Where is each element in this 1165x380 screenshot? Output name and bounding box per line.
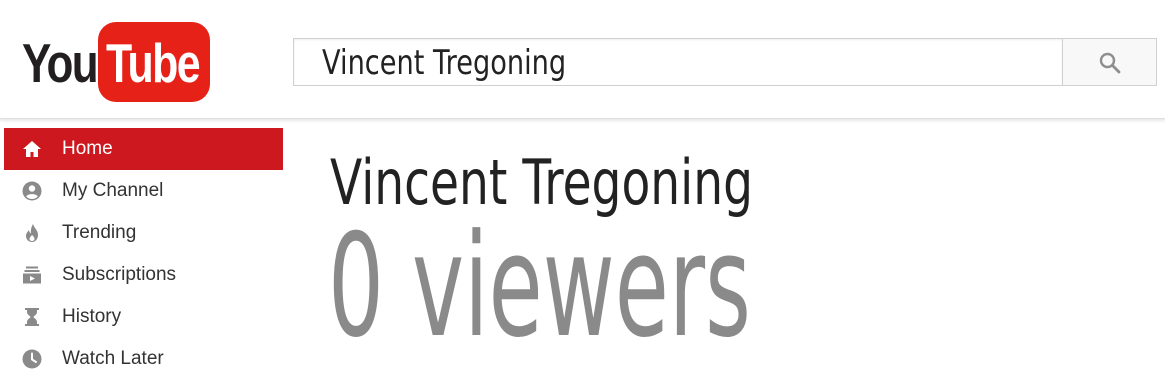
sidebar-item-watch-later[interactable]: Watch Later — [4, 338, 283, 380]
sidebar-item-my-channel[interactable]: My Channel — [4, 170, 283, 212]
header: You Tube Vincent Tregoning — [0, 0, 1165, 119]
sidebar-item-subscriptions[interactable]: Subscriptions — [4, 254, 283, 296]
sidebar-item-label: Subscriptions — [62, 264, 177, 285]
search-icon — [1099, 52, 1121, 74]
logo-tube-text: Tube — [106, 32, 201, 94]
clock-icon — [22, 349, 42, 369]
sidebar-item-label: Watch Later — [62, 348, 164, 369]
search-input-value: Vincent Tregoning — [322, 43, 567, 83]
hourglass-icon — [25, 308, 39, 326]
logo-red-box: Tube — [98, 22, 210, 102]
search-button[interactable] — [1062, 38, 1157, 86]
sidebar-item-label: Home — [62, 138, 113, 159]
search-input[interactable]: Vincent Tregoning — [293, 38, 1062, 86]
sidebar-item-label: Trending — [62, 222, 137, 243]
viewer-count: 0 viewers — [328, 204, 751, 369]
home-icon — [23, 141, 41, 157]
flame-icon — [26, 224, 38, 242]
sidebar-item-trending[interactable]: Trending — [4, 212, 283, 254]
subscriptions-icon — [23, 266, 41, 284]
account-icon — [22, 181, 42, 201]
youtube-logo[interactable]: You Tube — [20, 22, 212, 102]
sidebar-item-label: My Channel — [62, 180, 164, 201]
sidebar-item-history[interactable]: History — [4, 296, 283, 338]
sidebar-item-home[interactable]: Home — [4, 128, 283, 170]
sidebar-item-label: History — [62, 306, 122, 327]
logo-you-text: You — [22, 32, 99, 94]
sidebar: Home My Channel Trending Subscriptions H… — [4, 128, 283, 380]
